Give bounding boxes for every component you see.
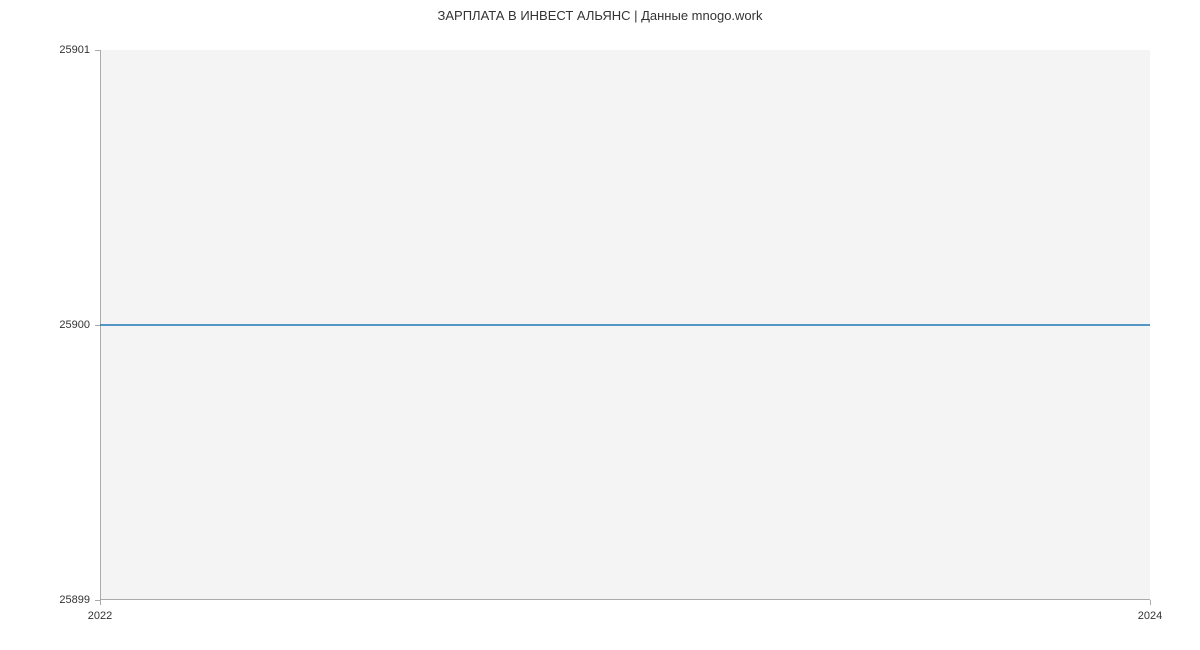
x-tick-label: 2022 — [88, 610, 112, 622]
x-tick-mark — [100, 600, 101, 605]
x-tick-mark — [1150, 600, 1151, 605]
x-tick-label: 2024 — [1138, 610, 1162, 622]
chart-svg — [100, 50, 1150, 600]
y-tick-label: 25901 — [0, 44, 90, 56]
y-tick-label: 25900 — [0, 319, 90, 331]
y-tick-label: 25899 — [0, 594, 90, 606]
chart-title: ЗАРПЛАТА В ИНВЕСТ АЛЬЯНС | Данные mnogo.… — [0, 8, 1200, 23]
